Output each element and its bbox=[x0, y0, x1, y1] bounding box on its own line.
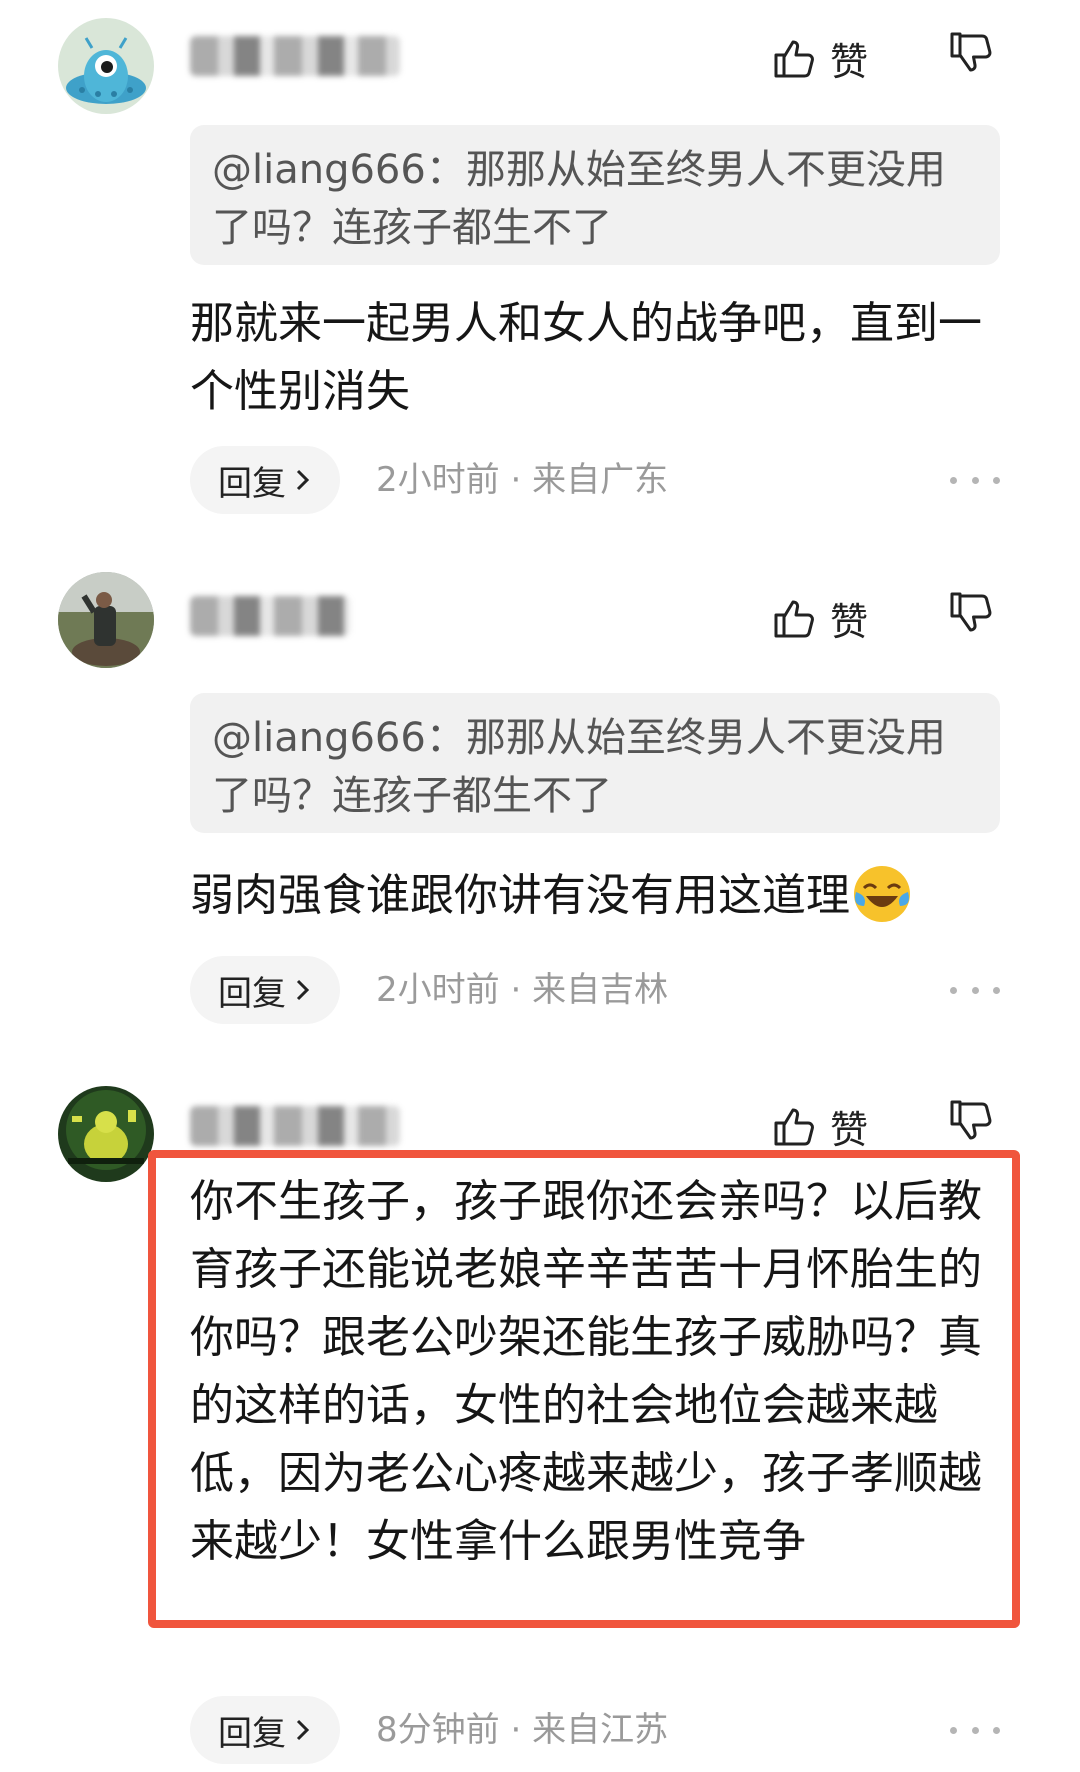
alien-avatar-image bbox=[58, 18, 154, 114]
like-label: 赞 bbox=[830, 1107, 869, 1152]
comment-time: 8分钟前 bbox=[376, 1710, 500, 1750]
avatar[interactable] bbox=[58, 18, 154, 114]
like-label: 赞 bbox=[830, 599, 869, 644]
chevron-right-icon bbox=[296, 1719, 310, 1741]
reply-label: 回复 bbox=[218, 973, 286, 1014]
chevron-right-icon bbox=[296, 469, 310, 491]
username-blurred[interactable] bbox=[190, 36, 400, 76]
comment-meta: 2小时前 · 来自广东 bbox=[376, 460, 669, 500]
dislike-button[interactable] bbox=[948, 30, 1000, 86]
dark-pattern-avatar bbox=[58, 1086, 154, 1182]
more-options-button[interactable] bbox=[950, 1696, 1000, 1764]
like-label: 赞 bbox=[830, 39, 869, 84]
like-button[interactable]: 赞 bbox=[772, 1098, 882, 1154]
thumbs-up-icon bbox=[774, 40, 814, 78]
comment-meta: 8分钟前 · 来自江苏 bbox=[376, 1710, 669, 1750]
username-blurred[interactable] bbox=[190, 596, 350, 636]
highlight-box bbox=[148, 1150, 1020, 1628]
comment-location: 来自吉林 bbox=[532, 970, 669, 1010]
reply-label: 回复 bbox=[218, 1713, 286, 1754]
reply-button[interactable]: 回复 bbox=[190, 1696, 340, 1764]
comment-meta: 2小时前 · 来自吉林 bbox=[376, 970, 669, 1010]
comment-list: 赞 @liang666：那那从始至终男人不更没用了吗？连孩子都生不了 那就来一起… bbox=[0, 0, 1080, 1772]
thumbs-down-icon bbox=[950, 32, 992, 72]
dislike-button[interactable] bbox=[948, 1098, 1000, 1154]
thumbs-up-icon bbox=[774, 600, 814, 638]
thumbs-down-icon bbox=[950, 1100, 992, 1140]
avatar[interactable] bbox=[58, 572, 154, 668]
like-button[interactable]: 赞 bbox=[772, 590, 882, 646]
comment-time: 2小时前 bbox=[376, 970, 500, 1010]
crying-laughing-emoji bbox=[854, 866, 910, 922]
dislike-button[interactable] bbox=[948, 590, 1000, 646]
thumbs-up-icon bbox=[774, 1108, 814, 1146]
comment-text: 弱肉强食谁跟你讲有没有用这道理 bbox=[190, 862, 1010, 930]
more-dots-icon bbox=[950, 1726, 957, 1734]
comment-text: 那就来一起男人和女人的战争吧，直到一个性别消失 bbox=[190, 298, 982, 417]
more-options-button[interactable] bbox=[950, 446, 1000, 514]
comment-location: 来自江苏 bbox=[532, 1710, 669, 1750]
reply-label: 回复 bbox=[218, 463, 286, 504]
chevron-right-icon bbox=[296, 979, 310, 1001]
reply-button[interactable]: 回复 bbox=[190, 956, 340, 1024]
more-dots-icon bbox=[950, 476, 957, 484]
more-options-button[interactable] bbox=[950, 956, 1000, 1024]
quoted-reply: @liang666：那那从始至终男人不更没用了吗？连孩子都生不了 bbox=[190, 125, 1000, 265]
reply-button[interactable]: 回复 bbox=[190, 446, 340, 514]
person-photo-avatar bbox=[58, 572, 154, 668]
avatar[interactable] bbox=[58, 1086, 154, 1182]
comment-location: 来自广东 bbox=[532, 460, 669, 500]
like-button[interactable]: 赞 bbox=[772, 30, 882, 86]
username-blurred[interactable] bbox=[190, 1106, 400, 1146]
comment-time: 2小时前 bbox=[376, 460, 500, 500]
thumbs-down-icon bbox=[950, 592, 992, 632]
more-dots-icon bbox=[950, 986, 957, 994]
quoted-reply: @liang666：那那从始至终男人不更没用了吗？连孩子都生不了 bbox=[190, 693, 1000, 833]
